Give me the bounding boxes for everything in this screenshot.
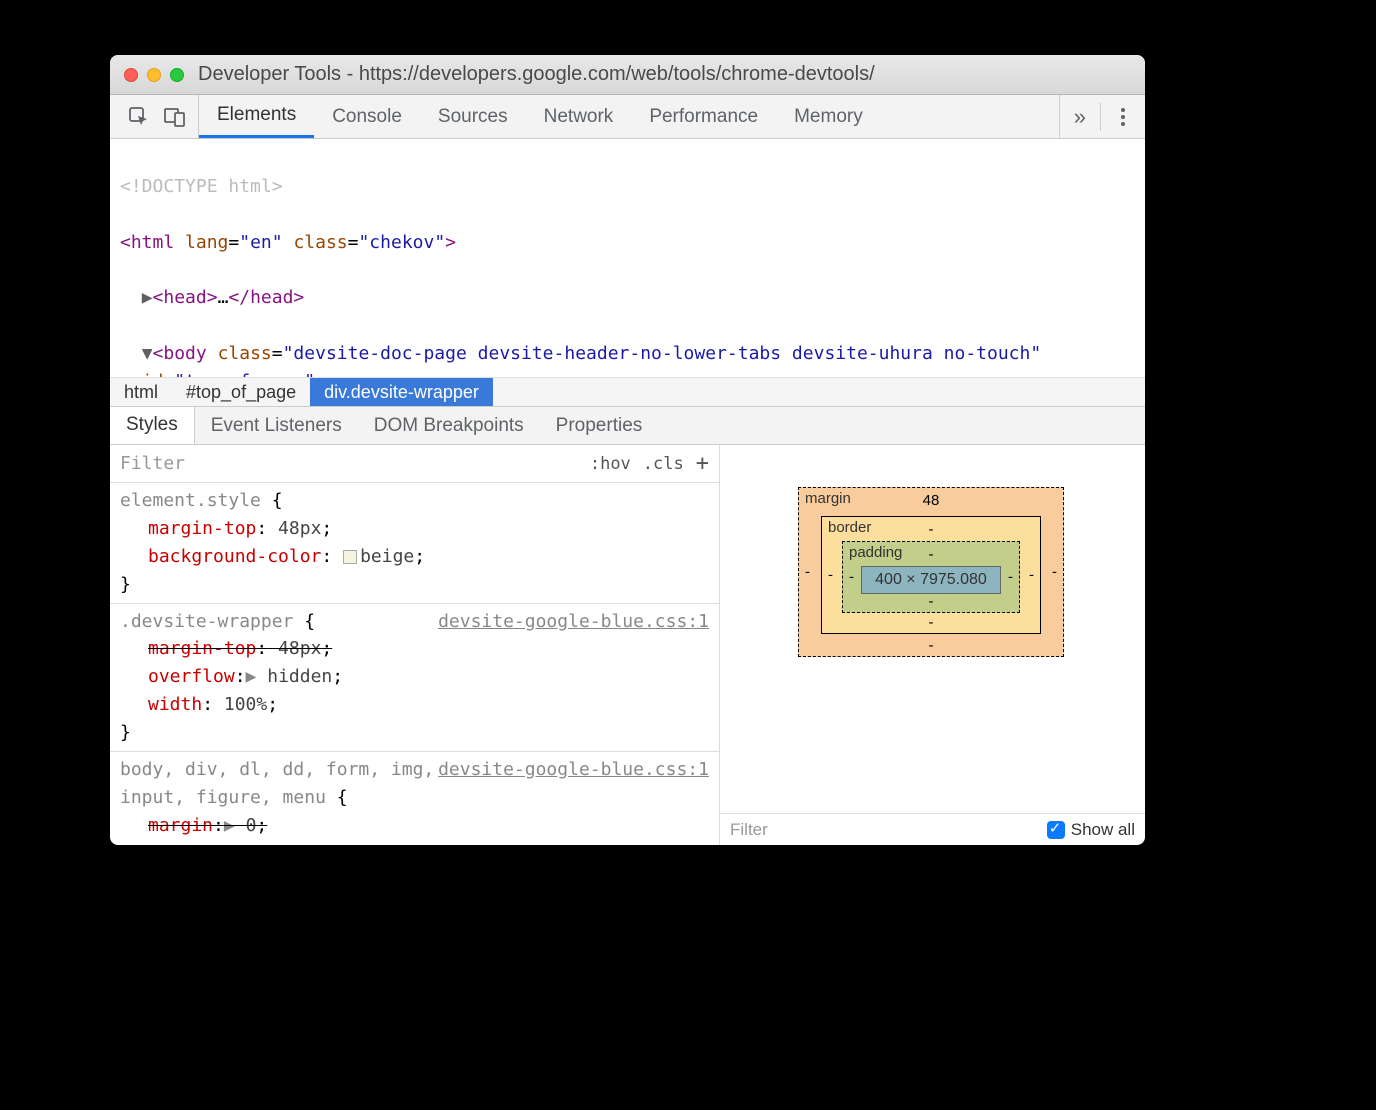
border-label: border <box>828 519 871 536</box>
tab-elements[interactable]: Elements <box>199 95 314 138</box>
subtabs: Styles Event Listeners DOM Breakpoints P… <box>110 407 1145 445</box>
style-declaration[interactable]: margin:▶ 0; <box>120 812 709 840</box>
main-tabs: Elements Console Sources Network Perform… <box>199 95 881 138</box>
box-model[interactable]: margin 48 - - - border - - - - padding - <box>798 487 1064 657</box>
style-declaration[interactable]: margin-top: 48px; <box>120 515 709 543</box>
titlebar: Developer Tools - https://developers.goo… <box>110 55 1145 95</box>
more-tabs-icon[interactable]: » <box>1074 104 1086 130</box>
style-declaration[interactable]: width: 100%; <box>120 691 709 719</box>
kebab-menu-icon[interactable] <box>1115 102 1131 132</box>
computed-panel: margin 48 - - - border - - - - padding - <box>720 445 1145 845</box>
box-model-padding[interactable]: padding - - - - 400 × 7975.080 <box>842 541 1020 613</box>
padding-top-val[interactable]: - <box>929 546 934 563</box>
dom-body-open[interactable]: ▼<body class="devsite-doc-page devsite-h… <box>120 340 1145 377</box>
dom-tree[interactable]: <!DOCTYPE html> <html lang="en" class="c… <box>110 139 1145 377</box>
dom-html-open[interactable]: <html lang="en" class="chekov"> <box>120 229 1145 257</box>
show-all-label: Show all <box>1071 820 1135 840</box>
margin-left-val[interactable]: - <box>805 564 810 581</box>
styles-filter-input[interactable]: Filter <box>120 453 185 474</box>
styles-controls: :hov .cls + <box>590 451 709 476</box>
inspect-element-icon[interactable] <box>128 106 150 128</box>
subtab-styles[interactable]: Styles <box>110 407 195 444</box>
computed-filter-input[interactable]: Filter <box>730 820 768 840</box>
box-model-content[interactable]: 400 × 7975.080 <box>861 566 1001 594</box>
style-rule[interactable]: devsite-google-blue.css:1body, div, dl, … <box>110 752 719 845</box>
style-selector[interactable]: element.style <box>120 490 261 511</box>
tab-network[interactable]: Network <box>526 95 632 138</box>
show-all-checkbox[interactable] <box>1047 821 1065 839</box>
styles-panel: Filter :hov .cls + element.style {margin… <box>110 445 720 845</box>
tab-sources[interactable]: Sources <box>420 95 526 138</box>
hov-toggle[interactable]: :hov <box>590 454 631 474</box>
lower-panel: Filter :hov .cls + element.style {margin… <box>110 445 1145 845</box>
new-style-rule-button[interactable]: + <box>696 451 709 476</box>
traffic-lights <box>124 68 184 82</box>
styles-rules[interactable]: element.style {margin-top: 48px;backgrou… <box>110 483 719 845</box>
margin-right-val[interactable]: - <box>1052 564 1057 581</box>
main-toolbar: Elements Console Sources Network Perform… <box>110 95 1145 139</box>
styles-filter-row: Filter :hov .cls + <box>110 445 719 483</box>
dom-doctype[interactable]: <!DOCTYPE html> <box>120 173 1145 201</box>
breadcrumb-item-html[interactable]: html <box>110 378 172 406</box>
style-declaration[interactable]: margin-top: 48px; <box>120 635 709 663</box>
style-source-link[interactable]: devsite-google-blue.css:1 <box>438 756 709 784</box>
minimize-button[interactable] <box>147 68 161 82</box>
padding-right-val[interactable]: - <box>1008 569 1013 586</box>
padding-bottom-val[interactable]: - <box>929 593 934 610</box>
device-toggle-icon[interactable] <box>164 106 186 128</box>
computed-filter-row: Filter Show all <box>720 813 1145 845</box>
dom-head[interactable]: ▶<head>…</head> <box>120 284 1145 312</box>
breadcrumb-item-body[interactable]: #top_of_page <box>172 378 310 406</box>
border-bottom-val[interactable]: - <box>929 614 934 631</box>
border-top-val[interactable]: - <box>929 521 934 538</box>
close-button[interactable] <box>124 68 138 82</box>
margin-bottom-val[interactable]: - <box>929 637 934 654</box>
style-source-link[interactable]: devsite-google-blue.css:1 <box>438 608 709 636</box>
style-rule[interactable]: element.style {margin-top: 48px;backgrou… <box>110 483 719 604</box>
tab-memory[interactable]: Memory <box>776 95 881 138</box>
color-swatch[interactable] <box>343 550 357 564</box>
zoom-button[interactable] <box>170 68 184 82</box>
style-declaration[interactable]: overflow:▶ hidden; <box>120 663 709 691</box>
breadcrumb-item-selected[interactable]: div.devsite-wrapper <box>310 378 493 406</box>
subtab-dom-breakpoints[interactable]: DOM Breakpoints <box>358 407 540 444</box>
style-rule[interactable]: devsite-google-blue.css:1 .devsite-wrappe… <box>110 604 719 752</box>
toolbar-right: » <box>1059 95 1145 138</box>
style-selector[interactable]: .devsite-wrapper <box>120 611 293 632</box>
style-declaration[interactable]: background-color: beige; <box>120 543 709 571</box>
padding-label: padding <box>849 544 902 561</box>
border-right-val[interactable]: - <box>1029 567 1034 584</box>
breadcrumb: html #top_of_page div.devsite-wrapper <box>110 377 1145 407</box>
devtools-window: Developer Tools - https://developers.goo… <box>110 55 1145 845</box>
border-left-val[interactable]: - <box>828 567 833 584</box>
show-all-toggle[interactable]: Show all <box>1047 820 1135 840</box>
subtab-event-listeners[interactable]: Event Listeners <box>195 407 358 444</box>
box-model-margin[interactable]: margin 48 - - - border - - - - padding - <box>798 487 1064 657</box>
toolbar-left <box>110 95 199 138</box>
tab-performance[interactable]: Performance <box>631 95 776 138</box>
window-title: Developer Tools - https://developers.goo… <box>198 63 875 86</box>
cls-toggle[interactable]: .cls <box>643 454 684 474</box>
tab-console[interactable]: Console <box>314 95 420 138</box>
margin-label: margin <box>805 490 851 507</box>
style-selector[interactable]: body, div, dl, dd, form, img, input, fig… <box>120 759 434 808</box>
padding-left-val[interactable]: - <box>849 569 854 586</box>
margin-top-val[interactable]: 48 <box>923 492 940 509</box>
subtab-properties[interactable]: Properties <box>540 407 659 444</box>
box-model-border[interactable]: border - - - - padding - - - - 400 × 797… <box>821 516 1041 634</box>
